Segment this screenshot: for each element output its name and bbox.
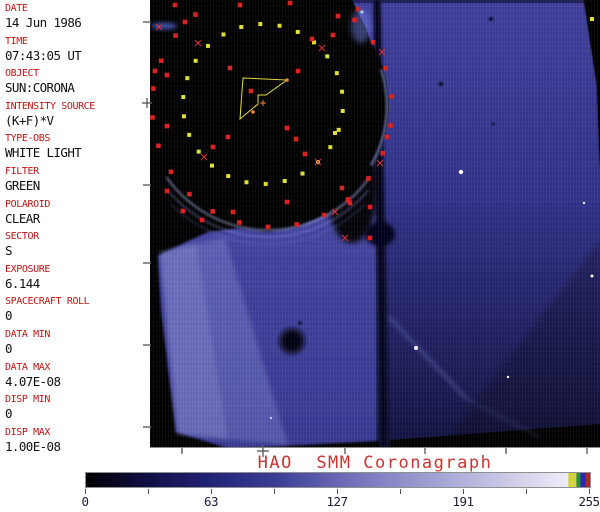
colorbar-tick	[400, 489, 401, 494]
colorbar-tick-label: 191	[452, 494, 473, 509]
field-value: S	[5, 243, 147, 259]
colorbar-tick	[526, 489, 527, 494]
image-title: HAO SMM Coronagraph	[150, 454, 600, 473]
colorbar-tick-label: 127	[326, 494, 347, 509]
field-value: 0	[5, 406, 147, 422]
metadata-field: OBJECTSUN:CORONA	[5, 67, 147, 100]
metadata-field: INTENSITY SOURCE(K+F)*V	[5, 100, 147, 133]
metadata-field: TIME07:43:05 UT	[5, 35, 147, 68]
field-label: DISP MIN	[5, 393, 147, 406]
metadata-field: DATA MAX4.07E-08	[5, 361, 147, 394]
field-value: (K+F)*V	[5, 113, 147, 129]
field-value: 0	[5, 341, 147, 357]
field-value: WHITE LIGHT	[5, 145, 147, 161]
field-value: 0	[5, 308, 147, 324]
metadata-field: TYPE-OBSWHITE LIGHT	[5, 132, 147, 165]
coronagraph-image	[140, 0, 600, 460]
metadata-field: DATE14 Jun 1986	[5, 2, 147, 35]
metadata-field: SPACECRAFT ROLL0	[5, 295, 147, 328]
field-label: SECTOR	[5, 230, 147, 243]
colorbar-tick	[274, 489, 275, 494]
metadata-field: DATA MIN0	[5, 328, 147, 361]
field-value: CLEAR	[5, 211, 147, 227]
field-value: 07:43:05 UT	[5, 48, 147, 64]
intensity-colorbar: 063127191255	[85, 472, 589, 512]
metadata-field: EXPOSURE6.144	[5, 263, 147, 296]
field-value: 1.00E-08	[5, 439, 147, 455]
colorbar-gradient	[85, 472, 591, 488]
metadata-field: SECTORS	[5, 230, 147, 263]
metadata-field: DISP MIN0	[5, 393, 147, 426]
field-label: DATA MAX	[5, 361, 147, 374]
colorbar-tick-label: 255	[578, 494, 599, 509]
metadata-field: DISP MAX1.00E-08	[5, 426, 147, 459]
colorbar-tick	[148, 489, 149, 494]
coronagraph-viewer: DATE14 Jun 1986TIME07:43:05 UTOBJECTSUN:…	[0, 0, 600, 512]
metadata-field: FILTERGREEN	[5, 165, 147, 198]
field-value: 14 Jun 1986	[5, 15, 147, 31]
colorbar-tick-label: 63	[204, 494, 218, 509]
field-value: GREEN	[5, 178, 147, 194]
field-label: DATA MIN	[5, 328, 147, 341]
field-label: SPACECRAFT ROLL	[5, 295, 147, 308]
field-label: DISP MAX	[5, 426, 147, 439]
field-label: DATE	[5, 2, 147, 15]
field-label: EXPOSURE	[5, 263, 147, 276]
field-value: SUN:CORONA	[5, 80, 147, 96]
metadata-sidebar: DATE14 Jun 1986TIME07:43:05 UTOBJECTSUN:…	[5, 2, 147, 458]
field-value: 4.07E-08	[5, 374, 147, 390]
field-label: POLAROID	[5, 198, 147, 211]
field-label: TYPE-OBS	[5, 132, 147, 145]
field-label: FILTER	[5, 165, 147, 178]
field-label: INTENSITY SOURCE	[5, 100, 147, 113]
metadata-field: POLAROIDCLEAR	[5, 198, 147, 231]
field-label: OBJECT	[5, 67, 147, 80]
field-label: TIME	[5, 35, 147, 48]
colorbar-tick-label: 0	[81, 494, 88, 509]
field-value: 6.144	[5, 276, 147, 292]
